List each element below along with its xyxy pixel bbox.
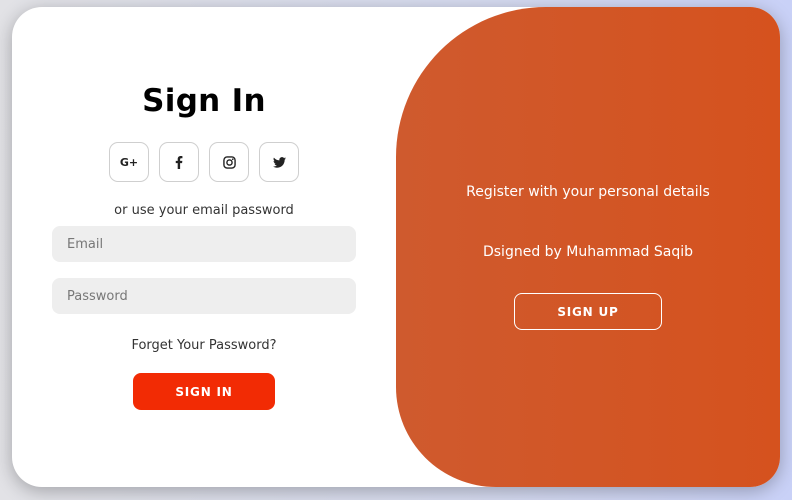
social-login-row: G+ [109,142,299,182]
facebook-icon [175,155,183,169]
signin-form: Sign In G+ or use your email password Em… [12,7,396,487]
instagram-icon [222,155,236,169]
page-title: Sign In [142,83,266,119]
register-text: Register with your personal details [466,184,710,200]
google-plus-icon: G+ [119,155,139,169]
forgot-password-link[interactable]: Forget Your Password? [12,338,396,353]
signup-panel: Register with your personal details Dsig… [396,7,780,487]
password-field[interactable] [52,278,356,314]
designer-credit: Dsigned by Muhammad Saqib [482,244,694,260]
divider-text: or use your email password [114,203,294,218]
facebook-button[interactable] [159,142,199,182]
google-plus-button[interactable]: G+ [109,142,149,182]
sign-up-button[interactable]: SIGN UP [514,293,662,330]
email-field[interactable] [52,226,356,262]
sign-in-button[interactable]: SIGN IN [133,373,275,410]
twitter-button[interactable] [259,142,299,182]
auth-card: Sign In G+ or use your email password Em… [12,7,780,487]
twitter-icon [272,156,286,168]
instagram-button[interactable] [209,142,249,182]
